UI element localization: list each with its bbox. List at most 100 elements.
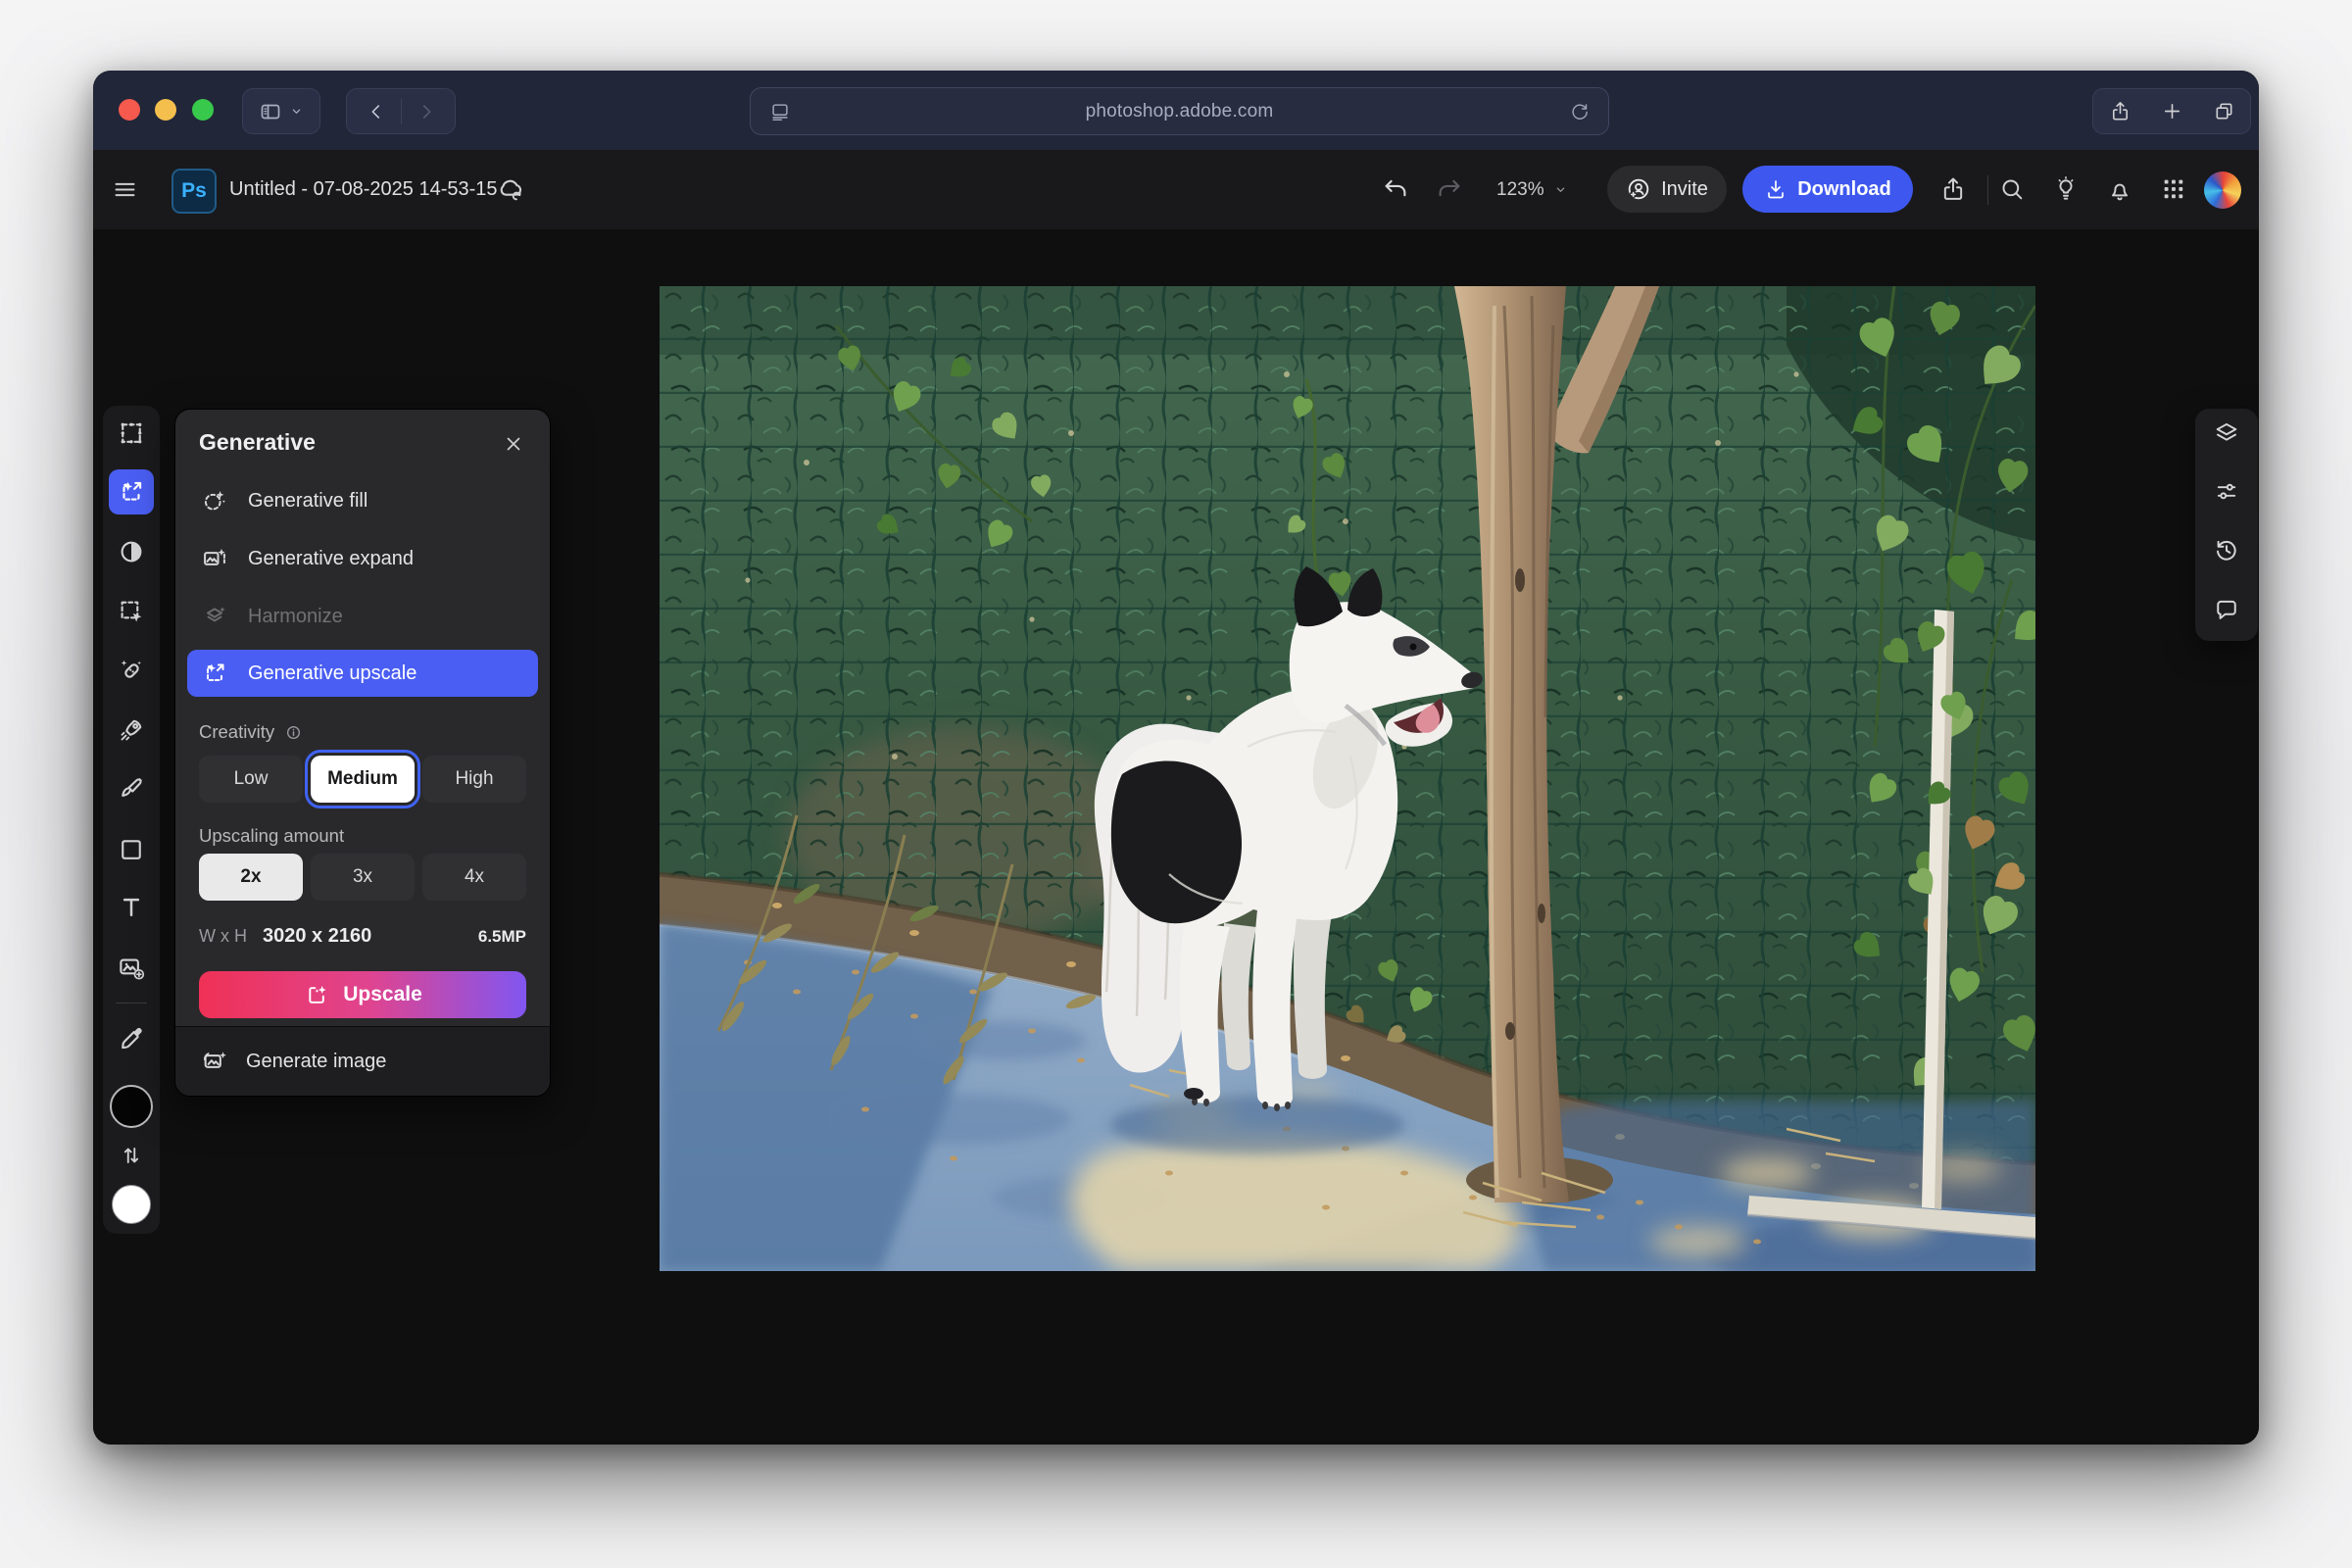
download-icon	[1764, 177, 1788, 201]
side-panel	[2195, 409, 2258, 641]
clo​ud-sync-button[interactable]	[497, 174, 526, 204]
panel-item-label: Generative fill	[248, 490, 368, 513]
swap-colors-icon	[119, 1143, 144, 1168]
close-window-button[interactable]	[119, 99, 140, 121]
creativity-label: Creativity	[199, 721, 303, 743]
tool-shape[interactable]	[117, 835, 146, 864]
workspace: Generative Generative fill Generative ex…	[93, 229, 2259, 1445]
zoom-control[interactable]: 123%	[1496, 150, 1569, 229]
zoom-level: 123%	[1496, 179, 1544, 201]
tool-select[interactable]	[117, 418, 146, 448]
ps-logo: Ps	[172, 169, 217, 214]
tool-generative[interactable]	[109, 469, 154, 514]
lightbulb-icon	[2052, 175, 2080, 203]
forward-button[interactable]	[402, 101, 451, 122]
text-icon	[117, 892, 146, 921]
panel-item-generative-expand[interactable]: Generative expand	[187, 534, 538, 583]
tool-eyedropper[interactable]	[117, 1023, 146, 1053]
megapixels-value: 6.5MP	[478, 927, 526, 947]
panel-item-label: Harmonize	[248, 606, 343, 628]
reload-button[interactable]	[1549, 101, 1608, 122]
apps-grid-icon	[2160, 175, 2187, 203]
tool-text[interactable]	[117, 892, 146, 921]
tool-brush[interactable]	[117, 774, 146, 804]
forward-icon	[416, 101, 437, 122]
sidebar-toggle-button[interactable]	[242, 88, 320, 134]
tool-add-image[interactable]	[117, 953, 146, 982]
generative-expand-icon	[201, 545, 228, 572]
new-tab-button[interactable]	[2146, 100, 2198, 122]
search-button[interactable]	[1998, 175, 2026, 203]
divider	[116, 1003, 147, 1004]
creativity-high-button[interactable]: High	[422, 756, 526, 803]
upscale-2x-button[interactable]: 2x	[199, 854, 303, 901]
tool-strip	[103, 406, 160, 1234]
panel-item-generative-fill[interactable]: Generative fill	[187, 476, 538, 525]
dimensions-row: W x H 3020 x 2160 6.5MP	[199, 925, 526, 948]
download-label: Download	[1797, 178, 1891, 201]
foreground-color-well[interactable]	[110, 1085, 153, 1128]
upscale-3x-button[interactable]: 3x	[311, 854, 415, 901]
panel-item-label: Generative expand	[248, 548, 414, 570]
share-icon	[2109, 100, 2132, 122]
share-button[interactable]	[2094, 100, 2146, 122]
harmonize-icon	[201, 603, 228, 630]
redo-button[interactable]	[1435, 174, 1464, 204]
close-icon	[502, 432, 525, 456]
brush-icon	[117, 774, 146, 804]
generative-icon	[117, 477, 146, 507]
tool-heal[interactable]	[117, 656, 146, 685]
browser-actions	[2092, 88, 2251, 134]
apps-button[interactable]	[2160, 175, 2187, 203]
chevron-down-icon	[288, 103, 305, 120]
minimize-window-button[interactable]	[155, 99, 176, 121]
tool-adjust[interactable]	[117, 537, 146, 566]
bell-icon	[2106, 175, 2133, 203]
download-button[interactable]: Download	[1742, 166, 1913, 213]
background-color-well[interactable]	[112, 1185, 151, 1224]
discover-button[interactable]	[2052, 175, 2080, 203]
invite-icon	[1626, 176, 1651, 202]
comments-button[interactable]	[2213, 596, 2240, 628]
divider	[1987, 175, 1988, 205]
address-bar[interactable]: photoshop.adobe.com	[750, 87, 1609, 135]
page-settings-button[interactable]	[751, 101, 809, 122]
panel-item-generative-upscale[interactable]: Generative upscale	[187, 650, 538, 697]
tool-remove[interactable]	[117, 715, 146, 745]
wxh-value: 3020 x 2160	[263, 925, 371, 948]
back-icon	[366, 101, 387, 122]
notifications-button[interactable]	[2106, 175, 2133, 203]
creativity-low-button[interactable]: Low	[199, 756, 303, 803]
cloud-sync-icon	[497, 174, 526, 204]
layers-button[interactable]	[2213, 420, 2240, 453]
history-button[interactable]	[2213, 537, 2240, 569]
upscaling-options: 2x 3x 4x	[199, 854, 526, 901]
generate-image-icon	[201, 1048, 228, 1075]
upscale-button[interactable]: Upscale	[199, 971, 526, 1018]
history-icon	[2213, 537, 2240, 564]
generate-image-row[interactable]: Generate image	[175, 1026, 550, 1096]
menu-button[interactable]	[109, 173, 140, 205]
avatar[interactable]	[2204, 172, 2241, 209]
generate-image-label: Generate image	[246, 1051, 386, 1073]
tool-object-select[interactable]	[117, 597, 146, 626]
creativity-options: Low Medium High	[199, 756, 526, 803]
swap-colors-button[interactable]	[119, 1143, 144, 1168]
new-tab-icon	[2161, 100, 2183, 122]
creativity-medium-button[interactable]: Medium	[311, 756, 415, 803]
info-icon[interactable]	[284, 723, 303, 742]
upscaling-amount-label: Upscaling amount	[199, 825, 344, 847]
export-button[interactable]	[1939, 175, 1967, 203]
invite-button[interactable]: Invite	[1607, 166, 1727, 213]
tab-overview-button[interactable]	[2198, 100, 2250, 122]
upscale-4x-button[interactable]: 4x	[422, 854, 526, 901]
undo-button[interactable]	[1381, 174, 1410, 204]
invite-label: Invite	[1661, 178, 1708, 201]
back-button[interactable]	[352, 101, 401, 122]
panel-item-harmonize[interactable]: Harmonize	[187, 592, 538, 641]
fullscreen-window-button[interactable]	[192, 99, 214, 121]
adjustments-button[interactable]	[2213, 478, 2240, 511]
wxh-label: W x H	[199, 926, 247, 947]
canvas-image[interactable]	[660, 286, 2035, 1271]
panel-close-button[interactable]	[497, 427, 530, 461]
